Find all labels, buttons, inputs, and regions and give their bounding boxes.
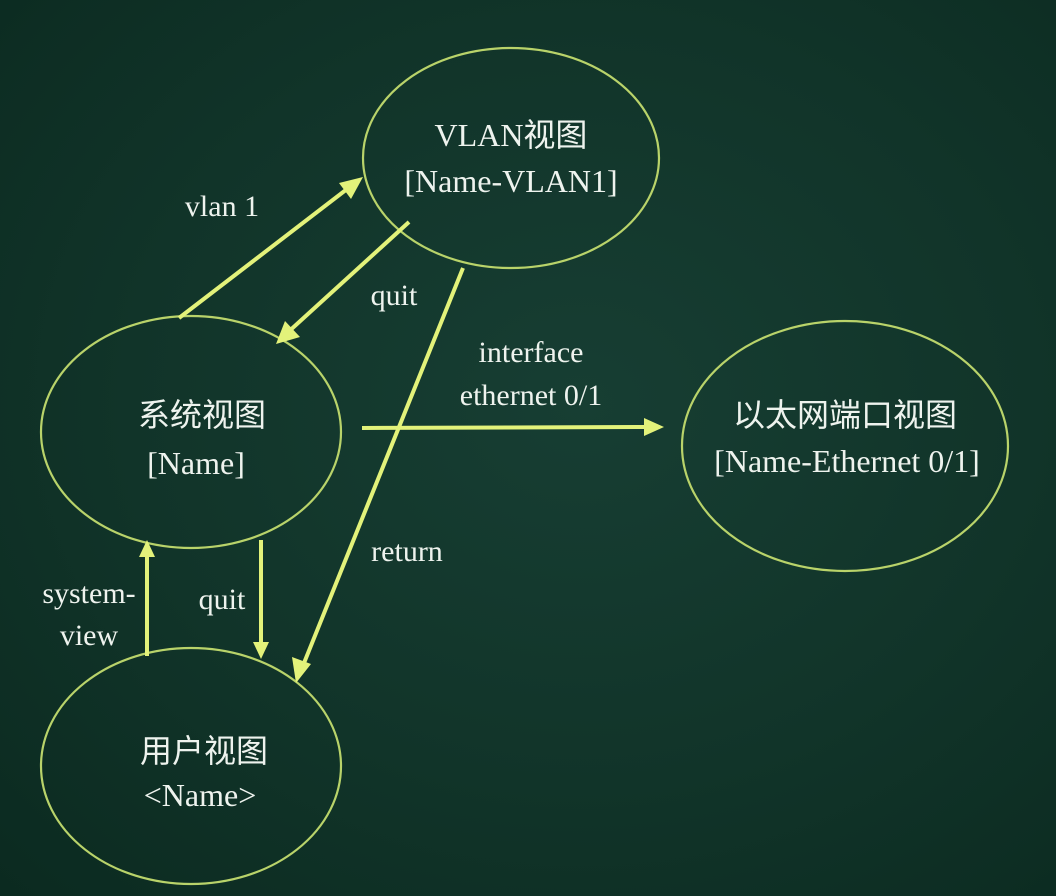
ethernet-view-prompt: [Name-Ethernet 0/1] <box>714 443 980 479</box>
arrow-vlan1-head <box>339 177 363 199</box>
user-view-prompt: <Name> <box>144 777 257 813</box>
arrow-return <box>300 267 465 669</box>
edge-label-interface-line2: ethernet 0/1 <box>460 379 602 412</box>
edge-label-system-view-line2: view <box>60 619 119 652</box>
ethernet-view-title: 以太网端口视图 <box>733 397 957 433</box>
system-view-title: 系统视图 <box>138 397 266 433</box>
vlan-view-prompt: [Name-VLAN1] <box>404 163 617 199</box>
edge-label-system-view-line1: system- <box>42 577 135 610</box>
state-diagram: VLAN视图 [Name-VLAN1] 系统视图 [Name] 用户视图 <Na… <box>39 46 1010 886</box>
arrow-return-head <box>292 657 311 683</box>
edge-label-interface-line1: interface <box>479 336 584 369</box>
vlan-view-title: VLAN视图 <box>435 117 588 153</box>
edge-label-vlan1: vlan 1 <box>185 190 259 223</box>
arrow-quit-vlan <box>284 220 411 336</box>
edge-label-quit-system: quit <box>199 583 246 616</box>
arrow-interface-head <box>644 418 664 436</box>
arrow-interface <box>361 425 649 430</box>
vlan-view-ellipse <box>361 46 661 270</box>
edge-label-quit-vlan: quit <box>371 279 418 312</box>
user-view-title: 用户视图 <box>140 733 268 769</box>
edge-label-return: return <box>371 535 443 568</box>
system-view-prompt: [Name] <box>147 445 245 481</box>
arrow-quit-system-head <box>253 642 269 659</box>
